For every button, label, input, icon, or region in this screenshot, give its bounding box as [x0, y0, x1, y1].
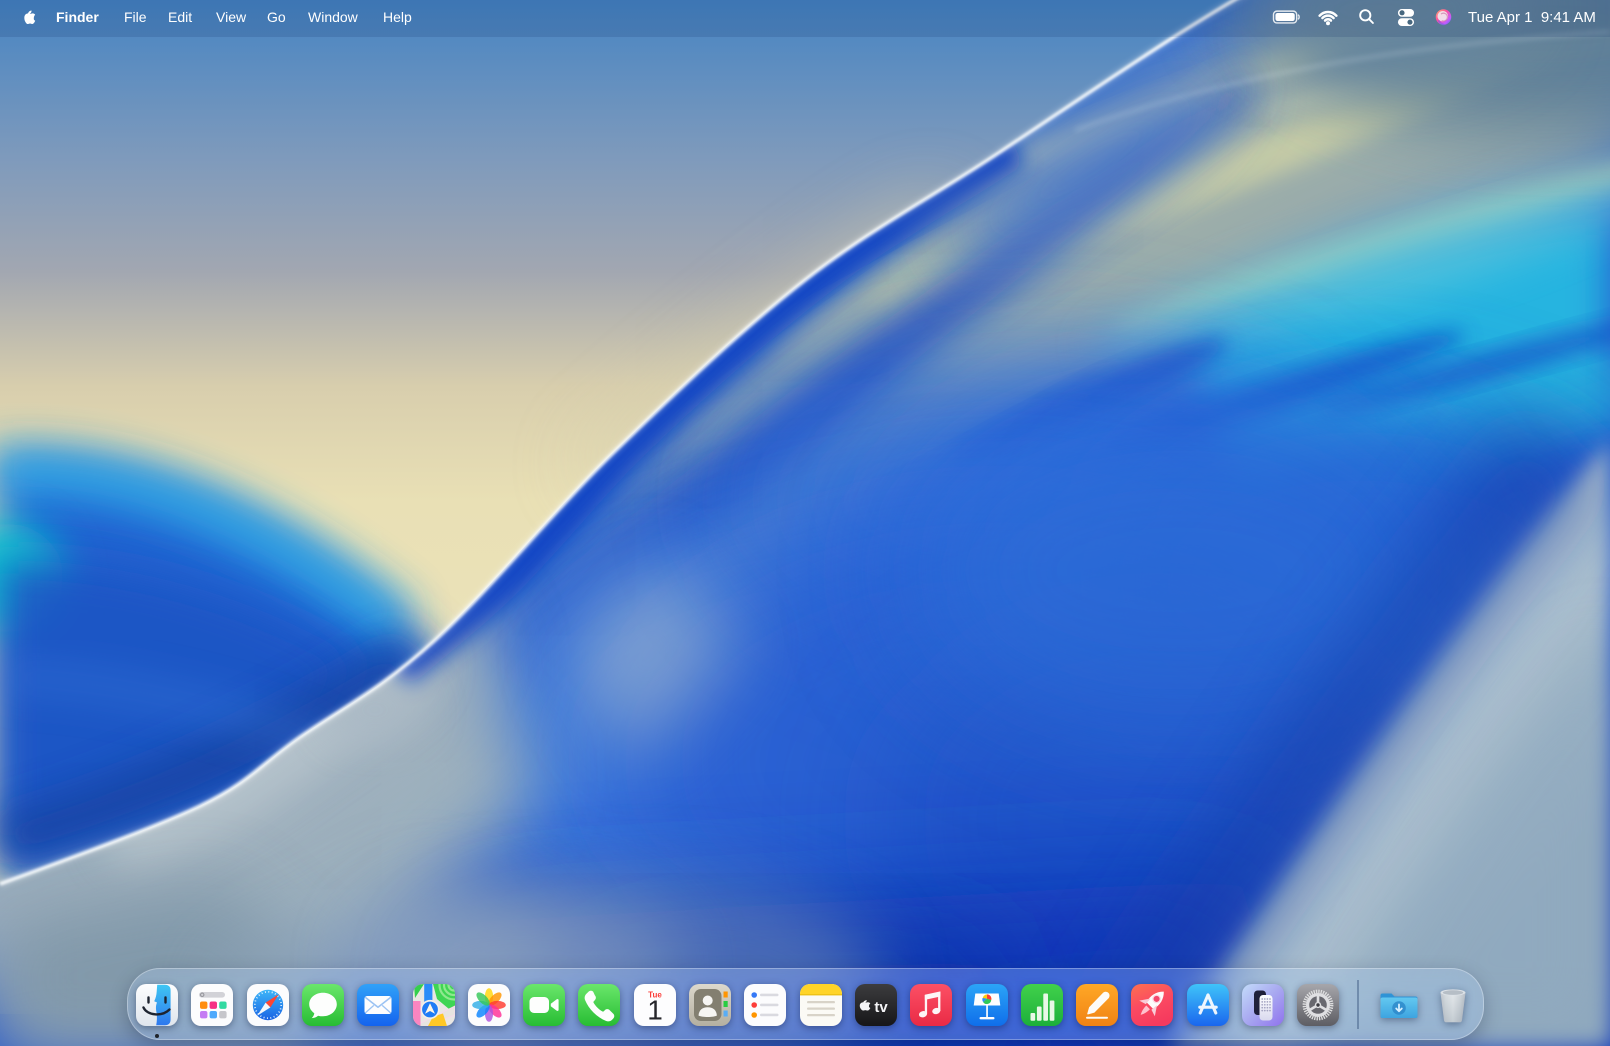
svg-text:1: 1 — [647, 995, 663, 1026]
svg-text:tv: tv — [874, 999, 888, 1016]
